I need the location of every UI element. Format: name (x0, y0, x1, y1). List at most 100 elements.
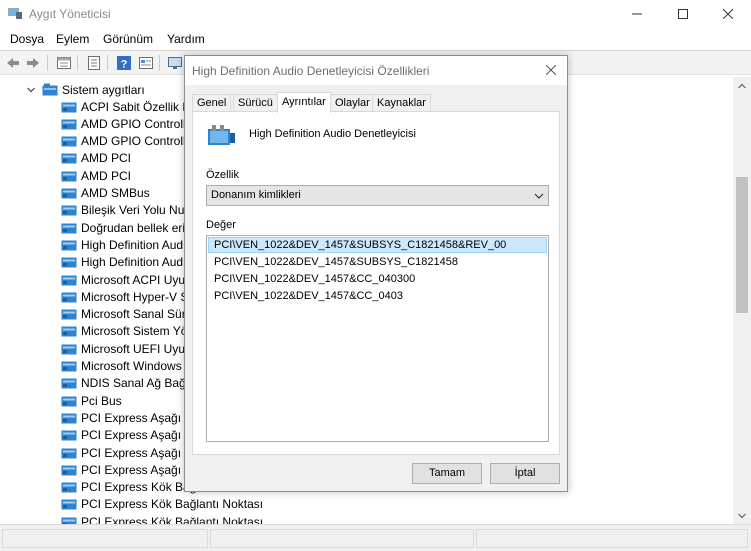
tab-events[interactable]: Olaylar (330, 94, 375, 112)
system-device-icon (61, 448, 77, 458)
tree-item[interactable]: AMD SMBus (61, 185, 150, 202)
tree-item[interactable]: Microsoft Windows (61, 358, 182, 375)
cancel-button[interactable]: İptal (490, 463, 560, 484)
tree-item[interactable]: NDIS Sanal Ağ Bağda (61, 375, 199, 392)
tab-details[interactable]: Ayrıntılar (277, 92, 331, 113)
system-device-icon (61, 257, 77, 268)
tree-item[interactable]: AMD PCI (61, 150, 131, 167)
back-arrow-icon[interactable] (5, 55, 21, 71)
tree-item-label: Microsoft Windows (81, 359, 182, 373)
monitor-icon[interactable] (167, 55, 183, 71)
tree-item[interactable]: Microsoft Hyper-V S (61, 288, 188, 305)
menu-action[interactable]: Eylem (56, 32, 89, 46)
minimize-button[interactable] (614, 0, 660, 28)
forward-arrow-icon[interactable] (25, 55, 41, 71)
dialog-title-bar: High Definition Audio Denetleyicisi Özel… (185, 56, 567, 85)
chevron-up-icon (738, 83, 746, 88)
close-icon (723, 9, 733, 19)
ok-button[interactable]: Tamam (412, 463, 482, 484)
tab-driver[interactable]: Sürücü (233, 94, 278, 112)
tree-item[interactable]: Doğrudan bellek eriş (61, 219, 191, 236)
menu-view[interactable]: Görünüm (103, 32, 153, 46)
maximize-icon (678, 9, 688, 19)
tree-item-label: PCI Express Aşağı Ak (81, 428, 198, 443)
tab-resources[interactable]: Kaynaklar (372, 94, 431, 112)
svg-text:?: ? (121, 59, 128, 71)
scroll-thumb[interactable] (736, 177, 748, 313)
tree-item[interactable]: Microsoft Sanal Sürü (61, 306, 192, 323)
tree-item[interactable]: High Definition Aud (61, 254, 183, 271)
system-device-icon (61, 344, 77, 355)
system-device-icon (61, 326, 77, 337)
properties-icon[interactable] (56, 55, 72, 71)
system-device-icon (61, 517, 77, 524)
system-device-icon (61, 378, 77, 389)
toolbar-separator (107, 55, 108, 71)
value-list-item[interactable]: PCI\VEN_1022&DEV_1457&SUBSYS_C1821458 (208, 254, 547, 270)
audio-device-icon (208, 125, 235, 145)
value-list[interactable]: PCI\VEN_1022&DEV_1457&SUBSYS_C1821458&RE… (206, 235, 549, 442)
system-device-icon (61, 240, 77, 251)
tree-item-label: AMD PCI (81, 151, 132, 166)
property-label: Özellik (206, 169, 240, 181)
tree-item[interactable]: Microsoft ACPI Uyun (61, 271, 192, 288)
tree-item-label: NDIS Sanal Ağ Bağda (81, 376, 200, 391)
tree-item[interactable]: PCI Express Aşağı Ak (61, 444, 198, 461)
system-folder-icon (42, 83, 58, 96)
vertical-scrollbar[interactable] (733, 77, 751, 524)
close-button[interactable] (705, 0, 751, 28)
system-device-icon (61, 205, 77, 216)
tree-node-system-devices[interactable]: Sistem aygıtları (26, 81, 145, 98)
value-list-item[interactable]: PCI\VEN_1022&DEV_1457&CC_0403 (208, 288, 547, 304)
system-device-icon (61, 499, 77, 510)
property-dropdown[interactable]: Donanım kimlikleri (206, 185, 549, 206)
tree-item[interactable]: AMD GPIO Controlle (61, 115, 192, 132)
tree-item-label: Bileşik Veri Yolu Nun (81, 203, 192, 218)
tree-item[interactable]: PCI Express Kök Bağl (61, 479, 199, 496)
tree-item-label: Microsoft Hyper-V S (81, 289, 189, 304)
help-icon[interactable]: ? (116, 55, 132, 71)
tree-item[interactable]: Pci Bus (61, 392, 122, 409)
tree-item[interactable]: ACPI Sabit Özellik Di (61, 98, 194, 115)
tree-item[interactable]: High Definition Aud (61, 236, 183, 253)
tree-item[interactable]: PCI Express Aşağı Ak (61, 461, 198, 478)
tree-item[interactable]: Microsoft UEFI Uyun (61, 340, 192, 357)
status-segment (2, 529, 208, 548)
tree-item-label: Microsoft UEFI Uyun (81, 341, 192, 356)
tree-item-label: PCI Express Kök Bağlantı Noktası (81, 514, 264, 524)
dialog-close-button[interactable] (539, 59, 563, 81)
tree-item[interactable]: AMD GPIO Controlle (61, 133, 192, 150)
details-icon[interactable] (138, 55, 154, 71)
tree-item[interactable]: PCI Express Kök Bağlantı Noktası (61, 513, 263, 524)
details-panel: High Definition Audio Denetleyicisi Özel… (192, 111, 560, 455)
chevron-down-icon (738, 513, 746, 518)
properties-dialog: High Definition Audio Denetleyicisi Özel… (184, 55, 568, 492)
tree-item[interactable]: PCI Express Aşağı Ak (61, 427, 198, 444)
menu-help[interactable]: Yardım (167, 32, 205, 46)
scroll-up-button[interactable] (733, 77, 751, 94)
tree-item[interactable]: Bileşik Veri Yolu Nun (61, 202, 191, 219)
system-device-icon (61, 102, 77, 112)
device-name: High Definition Audio Denetleyicisi (249, 128, 416, 140)
tree-item-label: PCI Express Kök Bağlantı Noktası (81, 497, 264, 512)
tree-item[interactable]: AMD PCI (61, 167, 131, 184)
value-list-item[interactable]: PCI\VEN_1022&DEV_1457&SUBSYS_C1821458&RE… (208, 237, 547, 253)
tree-item[interactable]: PCI Express Kök Bağlantı Noktası (61, 496, 263, 513)
tab-general[interactable]: Genel (192, 94, 232, 112)
tree-item[interactable]: PCI Express Aşağı Ak (61, 409, 198, 426)
chevron-down-icon[interactable] (26, 85, 36, 95)
device-manager-icon (8, 8, 22, 19)
close-icon (546, 65, 556, 75)
scroll-down-button[interactable] (733, 507, 751, 524)
value-label: Değer (206, 219, 236, 231)
list-icon[interactable] (86, 55, 102, 71)
system-device-icon (61, 119, 77, 130)
value-list-item[interactable]: PCI\VEN_1022&DEV_1457&CC_040300 (208, 271, 547, 287)
tree-item-label: AMD GPIO Controlle (81, 134, 193, 149)
tree-item[interactable]: Microsoft Sistem Yö (61, 323, 187, 340)
maximize-button[interactable] (660, 0, 706, 28)
menu-file[interactable]: Dosya (10, 32, 44, 46)
chevron-down-icon (534, 193, 544, 199)
system-device-icon (61, 292, 77, 303)
tree-item-label: PCI Express Aşağı Ak (81, 410, 198, 425)
